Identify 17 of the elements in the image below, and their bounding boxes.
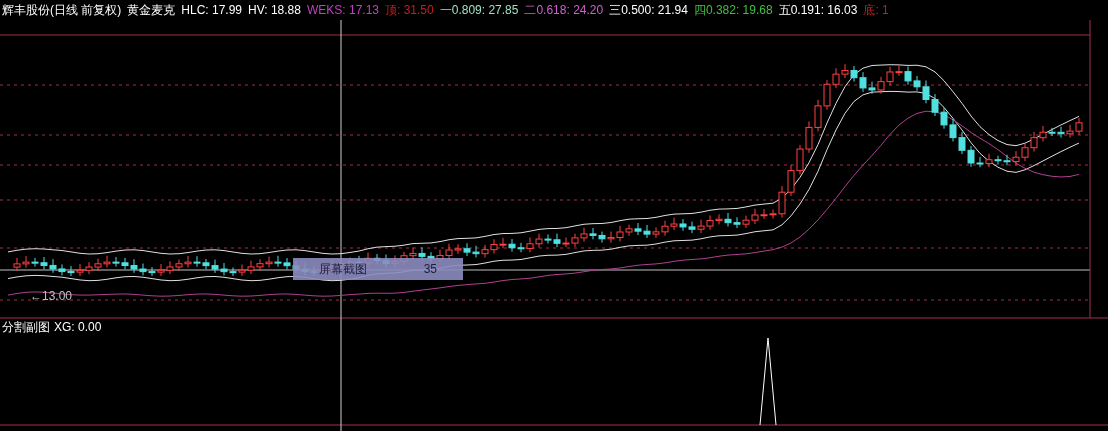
panel-title: 分割副图 (2, 319, 50, 336)
stock-title: 辉丰股份(日线 前复权) (2, 2, 122, 19)
indicator-value: 底: 1 (863, 2, 889, 19)
indicator-value: HLC: 17.99 (181, 2, 243, 19)
indicator-value: 二0.618: 24.20 (524, 2, 604, 19)
indicator-value: 三0.500: 21.94 (609, 2, 688, 19)
tooltip-label: 屏幕截图 (319, 261, 367, 278)
indicator-value: 一0.809: 27.85 (439, 2, 519, 19)
tooltip-value: 35 (423, 261, 437, 278)
price-marker: ←13.00 (30, 289, 73, 303)
indicator-value: XG: 0.00 (54, 319, 102, 336)
indicator-value: HV: 18.88 (248, 2, 301, 19)
indicator-name: 黄金麦克 (127, 2, 176, 19)
indicator-value: 顶: 31.50 (385, 2, 434, 19)
indicator-value: 四0.382: 19.68 (693, 2, 773, 19)
indicator-value: 五0.191: 16.03 (778, 2, 858, 19)
indicator-value: WEKS: 17.13 (306, 2, 379, 19)
